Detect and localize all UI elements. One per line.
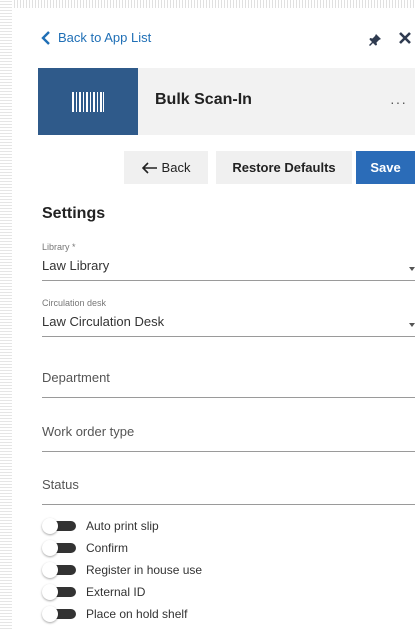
back-to-app-list-label: Back to App List — [58, 30, 152, 45]
back-button-label: Back — [161, 160, 191, 175]
circulation-desk-value: Law Circulation Desk — [42, 314, 165, 329]
toggle-place-on-hold-shelf[interactable]: Place on hold shelf — [42, 605, 187, 623]
toggle-switch[interactable] — [42, 584, 78, 600]
save-button[interactable]: Save — [356, 151, 415, 184]
circulation-desk-select[interactable]: Circulation desk Law Circulation Desk — [42, 298, 415, 337]
toggle-register-in-house-use[interactable]: Register in house use — [42, 561, 202, 579]
top-edge-border — [14, 0, 415, 8]
work-order-type-field[interactable]: Work order type — [42, 422, 415, 452]
toggle-switch[interactable] — [42, 562, 78, 578]
close-icon[interactable] — [398, 31, 412, 45]
app-title: Bulk Scan-In — [155, 91, 252, 108]
pin-icon[interactable] — [368, 33, 382, 47]
top-bar: Back to App List — [14, 30, 415, 56]
department-placeholder: Department — [42, 370, 110, 385]
toggle-auto-print-slip[interactable]: Auto print slip — [42, 517, 159, 535]
status-field[interactable]: Status — [42, 475, 415, 505]
toggle-label: External ID — [86, 585, 146, 599]
dropdown-arrow-icon — [409, 323, 415, 327]
toggle-switch[interactable] — [42, 540, 78, 556]
left-edge-border — [0, 0, 12, 629]
toggle-external-id[interactable]: External ID — [42, 583, 145, 601]
toggle-switch[interactable] — [42, 518, 78, 534]
back-to-app-list-link[interactable]: Back to App List — [41, 30, 151, 45]
dropdown-arrow-icon — [409, 267, 415, 271]
toggle-label: Place on hold shelf — [86, 607, 188, 621]
back-button[interactable]: Back — [124, 151, 208, 184]
restore-defaults-button[interactable]: Restore Defaults — [216, 151, 352, 184]
library-select[interactable]: Library * Law Library — [42, 242, 415, 281]
toggle-label: Register in house use — [86, 563, 203, 577]
settings-panel: Back to App List Bulk Scan-In ··· Back R… — [14, 8, 415, 629]
toggle-label: Confirm — [86, 541, 129, 555]
work-order-type-placeholder: Work order type — [42, 424, 135, 439]
barcode-icon — [72, 91, 104, 112]
chevron-left-icon — [41, 30, 50, 45]
department-field[interactable]: Department — [42, 368, 415, 398]
more-icon[interactable]: ··· — [390, 94, 407, 110]
status-placeholder: Status — [42, 477, 79, 492]
toggle-confirm[interactable]: Confirm — [42, 539, 128, 557]
app-header: Bulk Scan-In ··· — [38, 68, 415, 135]
circulation-desk-label: Circulation desk — [42, 298, 107, 308]
app-logo — [38, 68, 138, 135]
library-label: Library * — [42, 242, 76, 252]
toggle-switch[interactable] — [42, 606, 78, 622]
settings-heading: Settings — [42, 205, 106, 222]
arrow-left-icon — [141, 161, 157, 174]
toggle-label: Auto print slip — [86, 519, 159, 533]
library-value: Law Library — [42, 258, 110, 273]
